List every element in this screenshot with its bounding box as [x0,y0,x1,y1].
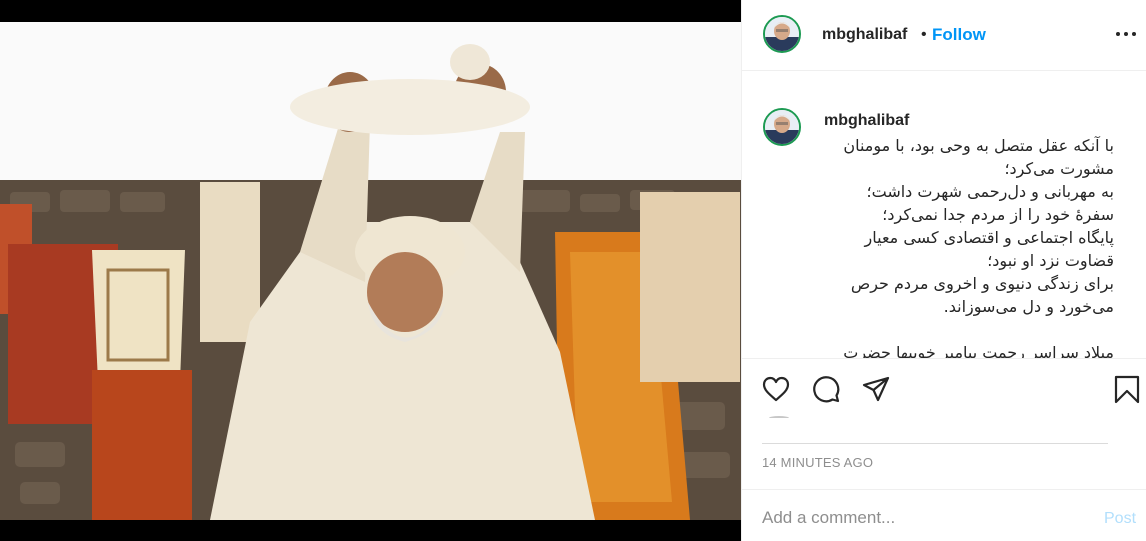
caption-line: میلاد سراسر رحمت پیامبر خوبیها حضرت [843,343,1114,358]
caption-line [824,318,1114,341]
caption-username[interactable]: mbghalibaf [824,112,909,130]
heart-icon[interactable] [761,374,791,404]
send-icon[interactable] [861,374,891,404]
likes-placeholder [769,416,789,420]
comment-input[interactable] [762,506,1062,530]
follow-button[interactable]: Follow [932,25,986,45]
caption-text: با آنکه عقل متصل به وحی بود، با مومنان م… [824,134,1114,358]
comment-icon[interactable] [811,374,841,404]
comment-form: Post [742,489,1146,541]
caption-line: با آنکه عقل متصل به وحی بود، با مومنان [843,136,1114,155]
bookmark-icon[interactable] [1112,374,1142,404]
caption-line: به مهربانی و دل‌رحمی شهرت داشت؛ [866,182,1114,201]
caption-line: می‌خورد و دل می‌سوزاند. [943,297,1114,316]
caption-line: قضاوت نزد او نبود؛ [987,251,1114,270]
post-timestamp[interactable]: 14 MINUTES AGO [762,455,873,470]
separator-dot: • [921,26,927,43]
profile-picture-icon [765,17,799,51]
avatar[interactable] [763,15,801,53]
caption-line: پایگاه اجتماعی و اقتصادی کسی معیار [864,228,1114,247]
post-photo[interactable] [0,22,741,520]
post-sidebar: mbghalibaf • Follow mbghalibaf با آنکه ع… [741,0,1146,541]
profile-picture-icon [765,110,799,144]
caption-line: سفرهٔ خود را از مردم جدا نمی‌کرد؛ [882,205,1114,224]
photo-scene-illustration [0,22,741,520]
caption-line: برای زندگی دنیوی و اخروی مردم حرص [850,274,1114,293]
action-bar [742,358,1146,418]
more-horizontal-icon[interactable] [1114,24,1138,44]
caption-avatar[interactable] [763,108,801,146]
caption-line: مشورت می‌کرد؛ [1004,159,1114,178]
divider [762,443,1108,444]
username[interactable]: mbghalibaf [822,26,907,44]
post-comment-button[interactable]: Post [1104,510,1136,528]
caption-section: mbghalibaf با آنکه عقل متصل به وحی بود، … [742,72,1146,358]
post-header: mbghalibaf • Follow [742,0,1146,71]
post-media [0,0,741,541]
